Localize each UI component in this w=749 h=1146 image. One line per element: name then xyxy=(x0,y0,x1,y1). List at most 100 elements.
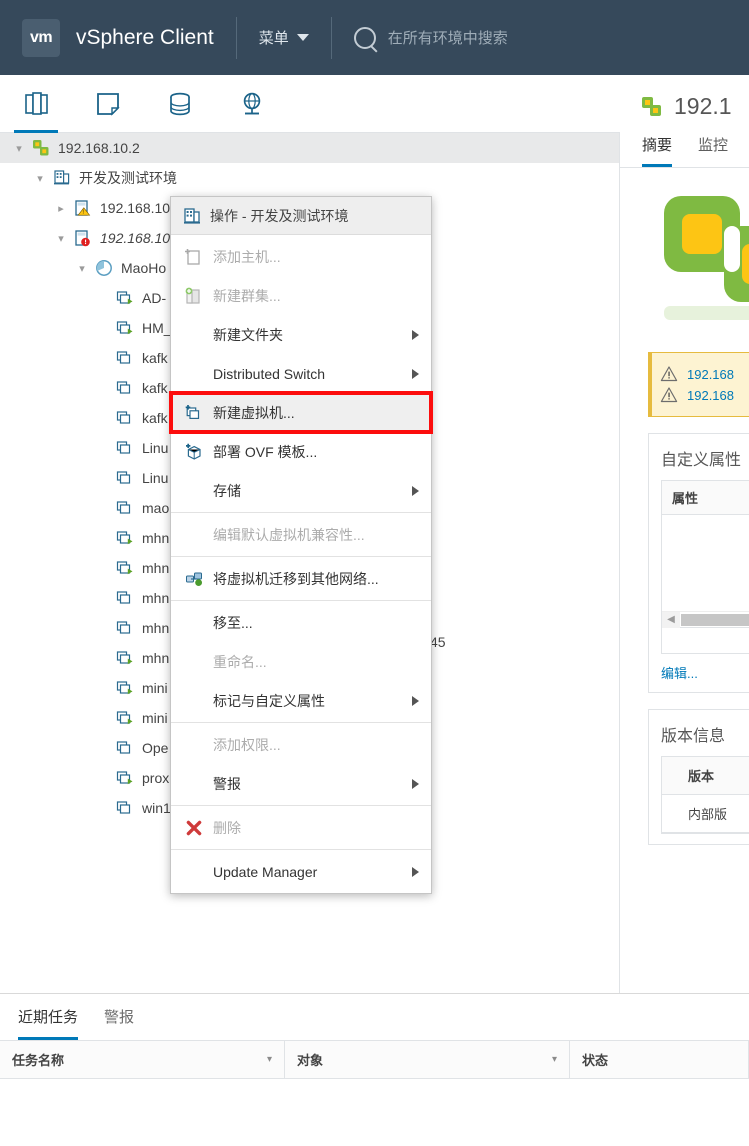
vcenter-icon xyxy=(642,96,661,116)
edit-link[interactable]: 编辑... xyxy=(661,663,749,682)
submenu-arrow-icon xyxy=(412,368,419,379)
tree-item-label: 192.168.10 xyxy=(100,230,171,246)
tasks-table-body xyxy=(0,1079,749,1139)
tab-summary[interactable]: 摘要 xyxy=(642,134,673,167)
networking-icon[interactable] xyxy=(216,75,288,133)
scrollbar-thumb[interactable] xyxy=(681,613,749,626)
context-menu-item[interactable]: 新建虚拟机... xyxy=(169,391,433,434)
vmware-logo[interactable]: vm xyxy=(22,18,60,57)
vm-off-icon xyxy=(116,741,131,754)
product-title: vSphere Client xyxy=(76,25,214,49)
tree-item[interactable]: ▾ 192.168.10.2 xyxy=(0,133,619,163)
context-menu-item: 添加权限... xyxy=(171,725,431,764)
warning-item[interactable]: 192.168 xyxy=(660,386,749,404)
page-title: 192.1 xyxy=(674,93,732,119)
vm-off-icon xyxy=(116,501,131,514)
host-warning-icon: ! xyxy=(75,200,91,216)
scroll-left-arrow[interactable]: ◀ xyxy=(662,611,680,628)
vsphere-client-window: vm vSphere Client 菜单 在所有环境中搜索 ▾ 192.168.… xyxy=(0,0,749,1146)
search-icon xyxy=(353,26,376,49)
submenu-arrow-icon xyxy=(412,485,419,496)
tree-item[interactable]: ▾ 开发及测试环境 xyxy=(0,163,619,193)
column-sort-icon[interactable]: ▾ xyxy=(267,1054,272,1065)
hosts-and-clusters-icon[interactable] xyxy=(0,75,72,133)
tree-item-label: AD- xyxy=(142,290,167,306)
context-menu-item[interactable]: 部署 OVF 模板... xyxy=(171,432,431,471)
top-header-bar: vm vSphere Client 菜单 在所有环境中搜索 xyxy=(0,0,749,75)
tasks-column-header[interactable]: 状态 xyxy=(570,1041,749,1078)
warning-item-label: 192.168 xyxy=(687,387,734,403)
vm-on-icon xyxy=(116,561,133,575)
vm-on-icon xyxy=(116,771,133,785)
context-menu-item[interactable]: 存储 xyxy=(171,471,431,510)
context-menu-item-label: 部署 OVF 模板... xyxy=(213,443,318,460)
detail-tabs[interactable]: 摘要 监控 xyxy=(620,120,749,167)
context-menu-item-label: 添加权限... xyxy=(213,736,281,753)
tasks-panel-tabs[interactable]: 近期任务 警报 xyxy=(0,994,749,1040)
vm-on-icon xyxy=(114,528,136,548)
tree-twisty[interactable]: ▾ xyxy=(71,262,93,275)
context-menu-item[interactable]: Update Manager xyxy=(171,852,431,891)
submenu-arrow-icon xyxy=(412,329,419,340)
context-menu-item: 重命名... xyxy=(171,642,431,681)
vm-on-icon xyxy=(114,708,136,728)
warning-banner: 192.168 192.168 xyxy=(648,352,749,417)
tree-item-label: kafk xyxy=(142,350,168,366)
deploy-ovf-icon xyxy=(186,443,201,460)
vcenter-icon xyxy=(33,140,49,156)
context-menu[interactable]: 操作 - 开发及测试环境 添加主机... 新建群集... 新建文件夹 Distrib… xyxy=(169,196,433,894)
search-placeholder: 在所有环境中搜索 xyxy=(387,30,508,47)
context-menu-item-label: 警报 xyxy=(213,775,241,792)
context-menu-item[interactable]: 新建文件夹 xyxy=(171,315,431,354)
vcenter-icon xyxy=(30,138,52,158)
column-sort-icon[interactable]: ▾ xyxy=(552,1054,557,1065)
vm-off-icon xyxy=(114,348,136,368)
add-host-icon xyxy=(185,248,200,265)
vm-off-icon xyxy=(116,381,131,394)
tasks-column-header[interactable]: 对象 ▾ xyxy=(285,1041,570,1078)
tree-twisty[interactable]: ▾ xyxy=(50,232,72,245)
bottom-tab-recent-tasks[interactable]: 近期任务 xyxy=(18,1006,79,1040)
inventory-nav-strip xyxy=(0,75,620,133)
warning-item[interactable]: 192.168 xyxy=(660,365,749,383)
context-menu-item[interactable]: Distributed Switch xyxy=(171,354,431,393)
storage-icon[interactable] xyxy=(144,75,216,133)
vm-off-icon xyxy=(114,438,136,458)
global-search[interactable]: 在所有环境中搜索 xyxy=(353,26,508,49)
tree-item-label: mhn xyxy=(142,650,170,666)
version-info-row: 版本 xyxy=(662,757,749,795)
object-title-row: 192.1 xyxy=(620,75,749,120)
context-menu-group: Update Manager xyxy=(171,850,431,893)
context-menu-item-label: 新建文件夹 xyxy=(213,326,283,343)
new-cluster-icon xyxy=(185,287,200,304)
context-menu-item[interactable]: 警报 xyxy=(171,764,431,803)
tasks-column-header[interactable]: 任务名称 ▾ xyxy=(0,1041,285,1078)
tree-twisty[interactable]: ▸ xyxy=(50,202,72,215)
context-menu-item-label: 将虚拟机迁移到其他网络... xyxy=(213,570,379,587)
tree-twisty[interactable]: ▾ xyxy=(8,142,30,155)
warning-triangle-icon xyxy=(660,387,678,403)
tree-item-label: mhn xyxy=(142,590,170,606)
menu-button[interactable]: 菜单 xyxy=(259,27,309,48)
add-host-icon xyxy=(183,248,205,266)
vm-off-icon xyxy=(114,588,136,608)
context-menu-item[interactable]: 标记与自定义属性 xyxy=(171,681,431,720)
bottom-tab-alarms[interactable]: 警报 xyxy=(104,1006,134,1040)
tree-item-label: mhn xyxy=(142,530,170,546)
context-menu-item[interactable]: 将虚拟机迁移到其他网络... xyxy=(171,559,431,598)
vms-and-templates-icon[interactable] xyxy=(72,75,144,133)
chevron-down-icon xyxy=(296,34,309,41)
vm-off-icon xyxy=(114,498,136,518)
context-menu-item[interactable]: 移至... xyxy=(171,603,431,642)
tab-monitor[interactable]: 监控 xyxy=(698,134,728,167)
vm-on-icon xyxy=(114,768,136,788)
tree-item-label: Linu xyxy=(142,440,169,456)
tree-item-label: win1 xyxy=(142,800,171,816)
version-info-row: 内部版 xyxy=(662,795,749,833)
horizontal-scrollbar[interactable]: ◀ xyxy=(662,611,749,628)
tree-item-label: mhn xyxy=(142,560,170,576)
tree-twisty[interactable]: ▾ xyxy=(29,172,51,185)
context-menu-group: 将虚拟机迁移到其他网络... xyxy=(171,557,431,601)
delete-icon xyxy=(183,819,205,837)
context-menu-item-label: 删除 xyxy=(213,819,241,836)
